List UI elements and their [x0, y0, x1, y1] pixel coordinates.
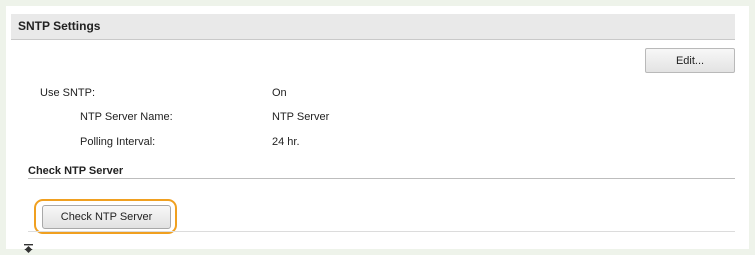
section-divider — [28, 178, 735, 179]
scroll-to-top-icon[interactable] — [24, 244, 33, 253]
edit-button[interactable]: Edit... — [645, 48, 735, 73]
bottom-divider — [28, 231, 735, 232]
section-header: SNTP Settings — [11, 14, 735, 40]
use-sntp-label: Use SNTP: — [40, 87, 96, 99]
polling-interval-value: 24 hr. — [272, 136, 300, 148]
polling-interval-label: Polling Interval: — [80, 136, 156, 148]
page-title: SNTP Settings — [18, 19, 101, 33]
use-sntp-value: On — [272, 87, 287, 99]
check-ntp-server-heading: Check NTP Server — [28, 165, 124, 177]
ntp-server-name-value: NTP Server — [272, 111, 330, 123]
check-ntp-server-button[interactable]: Check NTP Server — [42, 205, 171, 229]
ntp-server-name-label: NTP Server Name: — [80, 111, 173, 123]
